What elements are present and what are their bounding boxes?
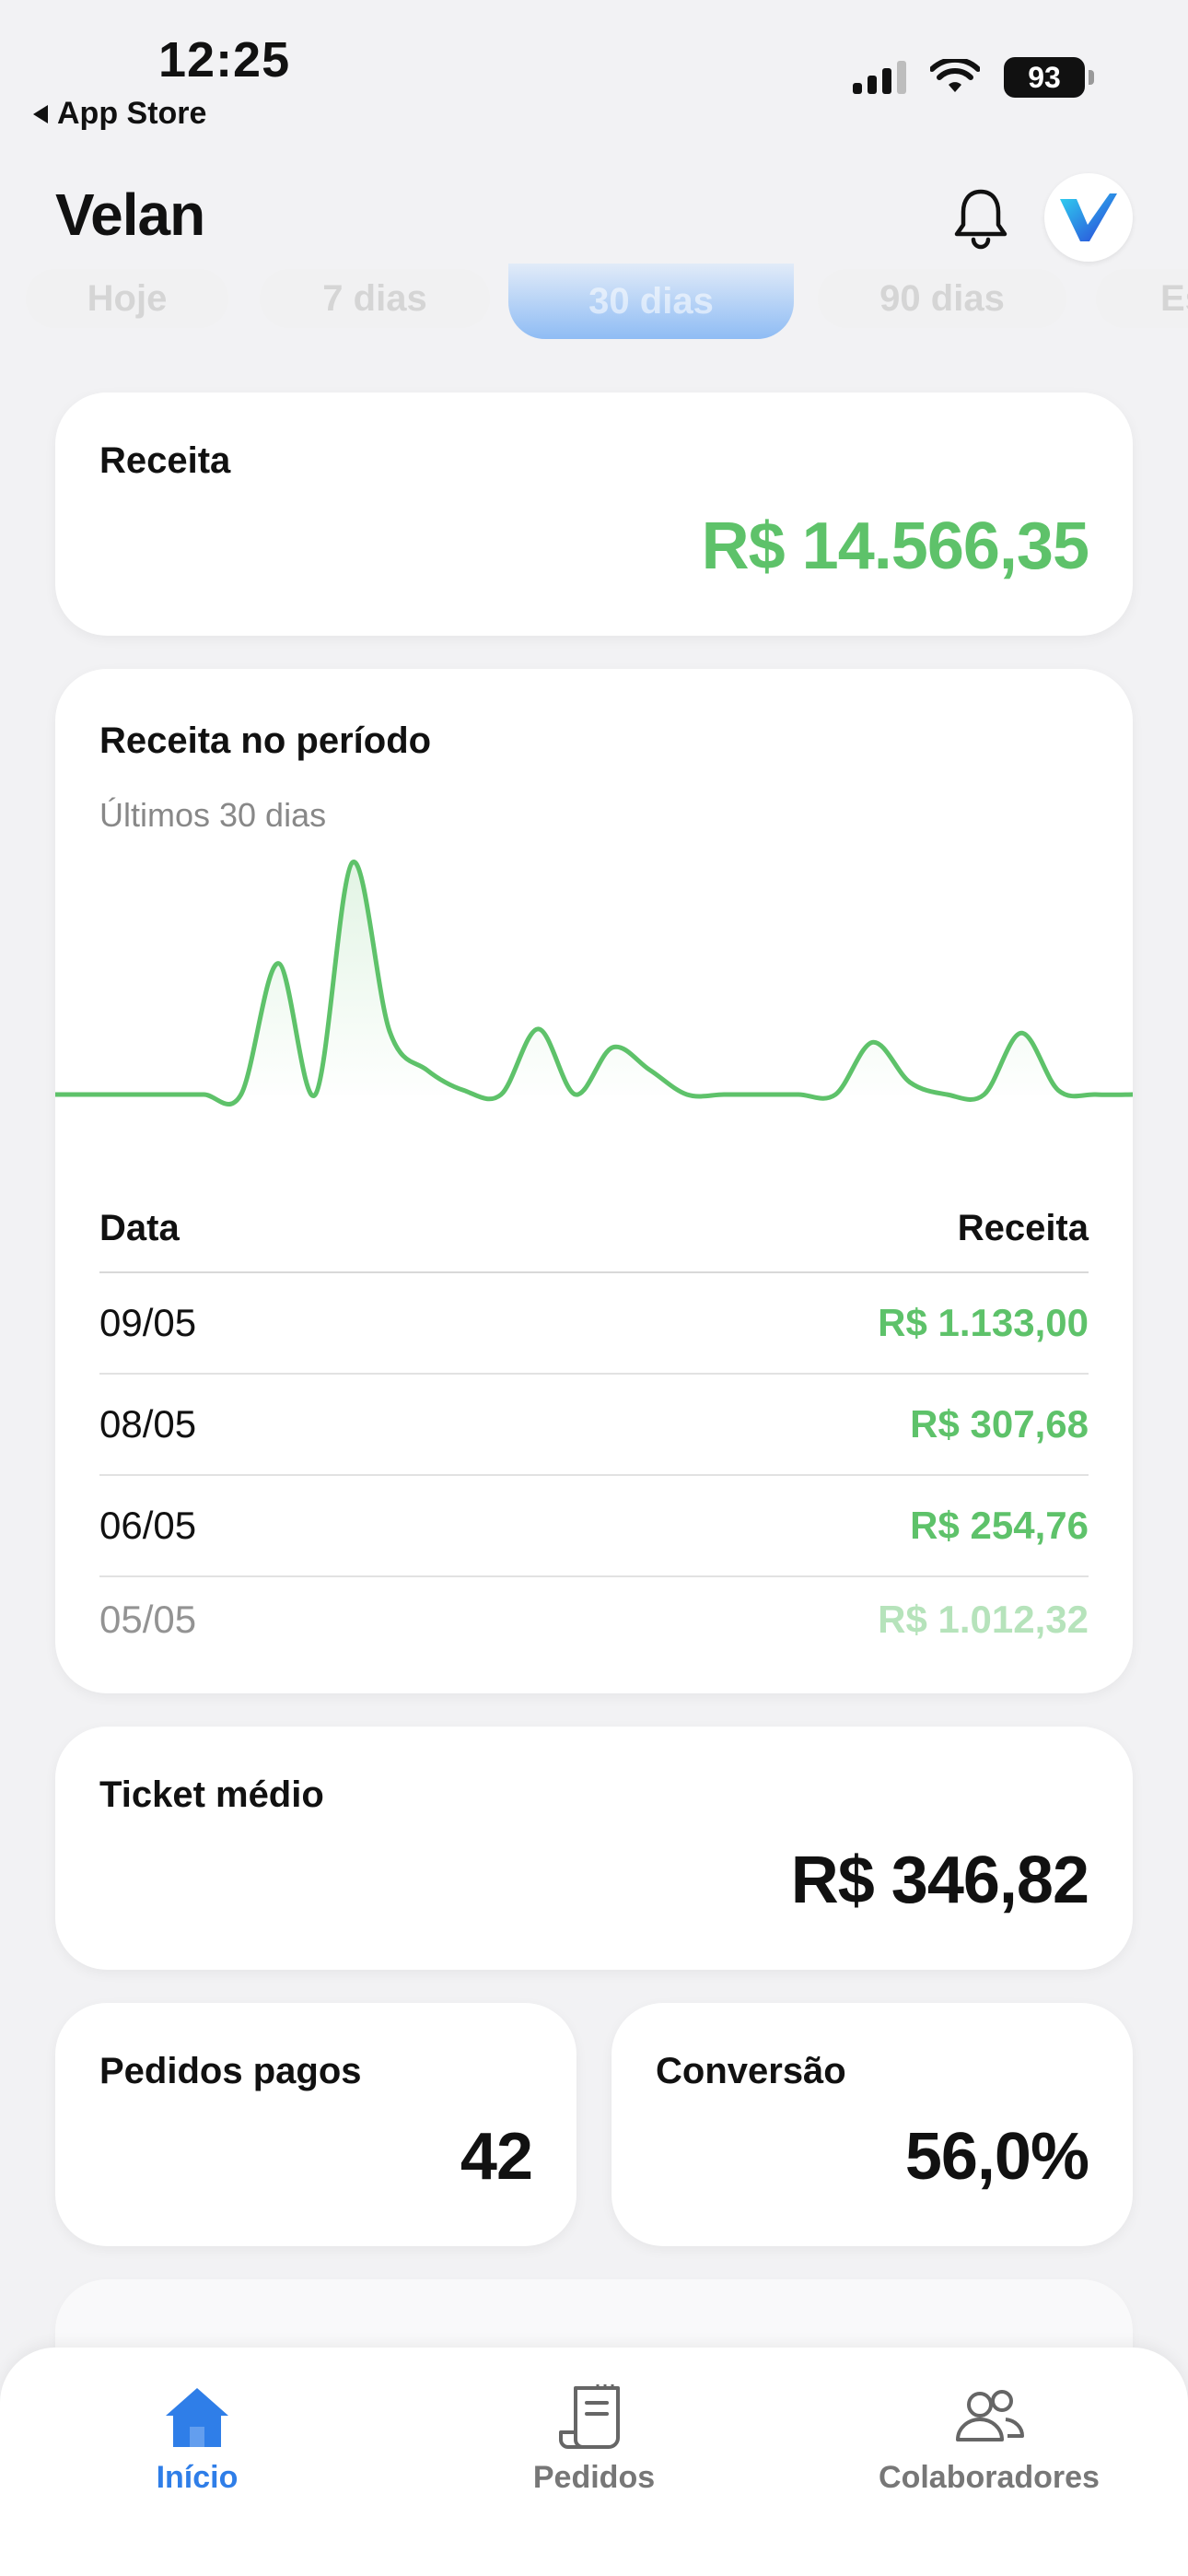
period-chip-more[interactable]: Es bbox=[1096, 269, 1188, 328]
status-time: 12:25 bbox=[158, 32, 291, 88]
period-chip-today[interactable]: Hoje bbox=[26, 269, 228, 328]
column-header-date: Data bbox=[99, 1207, 180, 1248]
screen: 12:25 App Store 93 Velan Hoje 7 dias 30 … bbox=[0, 0, 1188, 2576]
chart-area-fill bbox=[55, 861, 1133, 1105]
revenue-card[interactable]: Receita R$ 14.566,35 bbox=[55, 392, 1133, 636]
revenue-table: Data Receita 09/05 R$ 1.133,00 08/05 R$ … bbox=[99, 1185, 1089, 1642]
revenue-value: R$ 14.566,35 bbox=[701, 509, 1089, 583]
conversion-label: Conversão bbox=[656, 2051, 846, 2091]
velan-logo-icon bbox=[1060, 193, 1117, 241]
row-date: 09/05 bbox=[99, 1301, 197, 1344]
back-to-app-store-link[interactable]: App Store bbox=[33, 96, 206, 132]
revenue-line-chart bbox=[55, 860, 1133, 1107]
status-indicators: 93 bbox=[853, 57, 1094, 98]
row-date: 06/05 bbox=[99, 1504, 197, 1547]
cellular-signal-icon bbox=[853, 61, 906, 94]
paid-orders-card[interactable]: Pedidos pagos 42 bbox=[55, 2003, 577, 2246]
app-title: Velan bbox=[55, 181, 205, 248]
tab-label: Pedidos bbox=[532, 2460, 656, 2495]
back-link-label: App Store bbox=[57, 96, 207, 131]
bottom-tab-bar: Início Pedidos Colaboradores bbox=[0, 2348, 1188, 2576]
row-revenue: R$ 307,68 bbox=[910, 1402, 1089, 1446]
table-header: Data Receita bbox=[99, 1185, 1089, 1273]
row-date: 05/05 bbox=[99, 1598, 197, 1641]
chart-series-line bbox=[55, 860, 1133, 1107]
table-row[interactable]: 05/05 R$ 1.012,32 bbox=[99, 1577, 1089, 1642]
tab-pedidos[interactable]: Pedidos bbox=[456, 2383, 732, 2496]
tab-inicio[interactable]: Início bbox=[59, 2383, 335, 2496]
row-revenue: R$ 1.133,00 bbox=[878, 1301, 1089, 1344]
period-selector: Hoje 7 dias 30 dias 90 dias Es bbox=[0, 263, 1188, 341]
table-row[interactable]: 06/05 R$ 254,76 bbox=[99, 1476, 1089, 1577]
wifi-icon bbox=[930, 59, 980, 92]
average-ticket-value: R$ 346,82 bbox=[790, 1844, 1089, 1917]
chart-title: Receita no período bbox=[99, 720, 432, 761]
people-icon bbox=[956, 2390, 1025, 2441]
conversion-card[interactable]: Conversão 56,0% bbox=[611, 2003, 1133, 2246]
table-row[interactable]: 09/05 R$ 1.133,00 bbox=[99, 1273, 1089, 1375]
back-triangle-icon bbox=[33, 104, 48, 123]
home-icon bbox=[166, 2388, 228, 2447]
column-header-revenue: Receita bbox=[957, 1207, 1089, 1248]
revenue-label: Receita bbox=[99, 440, 231, 481]
row-revenue: R$ 254,76 bbox=[910, 1504, 1089, 1547]
battery-indicator: 93 bbox=[1004, 57, 1094, 98]
paid-orders-value: 42 bbox=[460, 2120, 533, 2194]
receipt-icon bbox=[559, 2384, 620, 2449]
paid-orders-label: Pedidos pagos bbox=[99, 2051, 362, 2091]
row-date: 08/05 bbox=[99, 1402, 197, 1446]
period-chip-90-days[interactable]: 90 dias bbox=[818, 269, 1066, 328]
average-ticket-label: Ticket médio bbox=[99, 1774, 324, 1815]
tab-label: Início bbox=[156, 2460, 239, 2495]
notifications-bell-icon[interactable] bbox=[950, 186, 1011, 251]
tab-colaboradores[interactable]: Colaboradores bbox=[851, 2383, 1127, 2496]
tab-label: Colaboradores bbox=[879, 2460, 1100, 2495]
average-ticket-card[interactable]: Ticket médio R$ 346,82 bbox=[55, 1727, 1133, 1970]
conversion-value: 56,0% bbox=[904, 2120, 1089, 2194]
period-chip-30-days[interactable]: 30 dias bbox=[508, 263, 794, 339]
row-revenue: R$ 1.012,32 bbox=[878, 1598, 1089, 1641]
revenue-chart-card: Receita no período Últimos 30 dias Data … bbox=[55, 669, 1133, 1693]
profile-avatar[interactable] bbox=[1044, 173, 1133, 262]
table-row[interactable]: 08/05 R$ 307,68 bbox=[99, 1375, 1089, 1476]
period-chip-7-days[interactable]: 7 dias bbox=[260, 269, 490, 328]
